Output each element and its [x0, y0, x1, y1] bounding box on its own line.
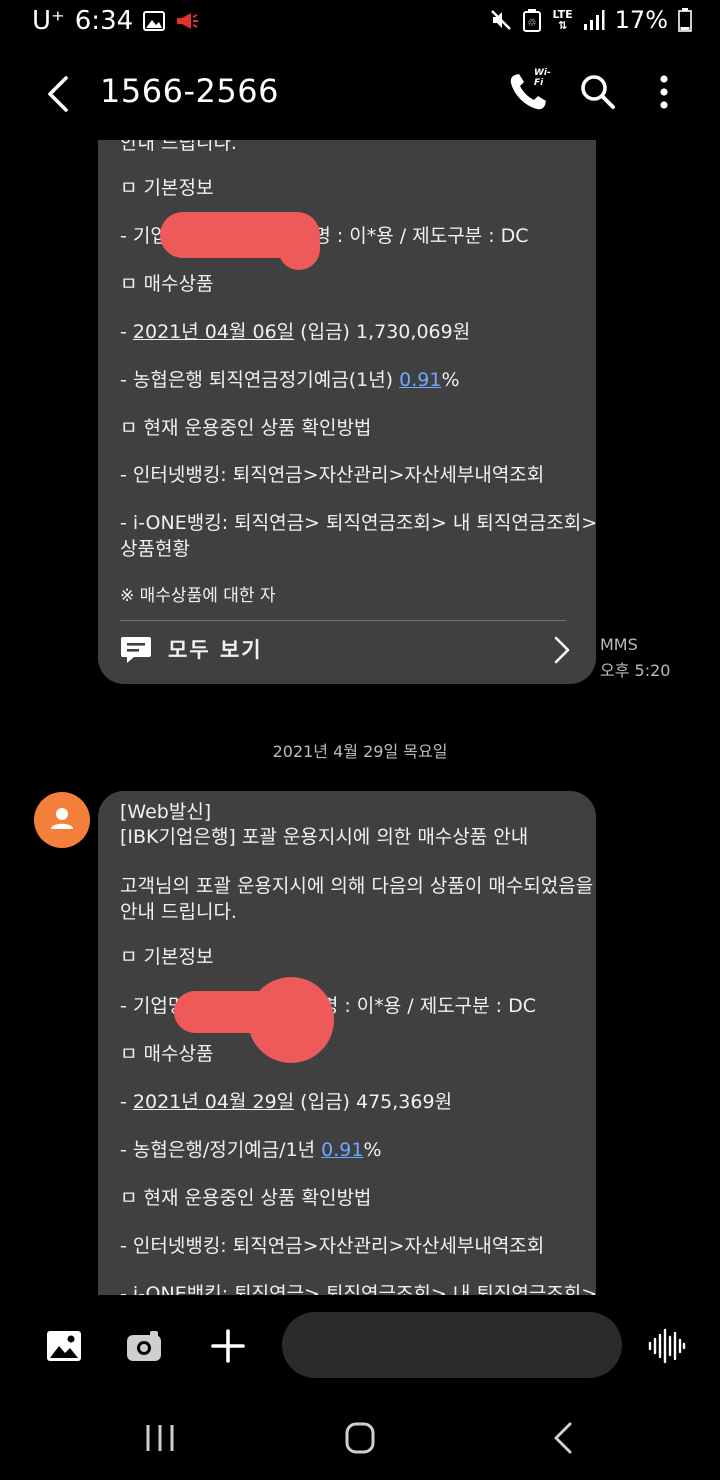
message-line: - 인터넷뱅킹: 퇴직연금>자산관리>자산세부내역조회 [120, 1235, 545, 1257]
message-line: - 농협은행 퇴직연금정기예금(1년) 0.91% [120, 369, 460, 391]
carrier-label: U⁺ [32, 6, 65, 36]
redaction-mark [278, 218, 320, 270]
home-icon[interactable] [340, 1418, 380, 1458]
conversation-list[interactable]: 안내 드립니다. ㅁ 기본정보 - 기업 자명 : 이*용 / 제도구분 : DC… [0, 140, 720, 1295]
message-line: ㅁ 매수상품 [120, 273, 214, 295]
status-bar: U⁺ 6:34 ♲ LTE ⇅ 17% [0, 0, 720, 44]
avatar[interactable] [34, 792, 90, 848]
status-left: U⁺ 6:34 [32, 6, 199, 36]
date-link[interactable]: 2021년 04월 29일 [133, 1091, 294, 1113]
data-arrows: ⇅ [557, 19, 568, 32]
message-line: ㅁ 현재 운용중인 상품 확인방법 [120, 417, 372, 439]
message-line: 안내 드립니다. [120, 140, 237, 154]
see-all-label: 모두 보기 [168, 638, 263, 662]
system-nav-bar [0, 1400, 720, 1480]
call-button[interactable]: Wi-Fi [506, 68, 551, 114]
message-bubble[interactable]: [Web발신] [IBK기업은행] 포괄 운용지시에 의한 매수상품 안내 고객… [98, 791, 598, 1295]
conversation-title: 1566-2566 [100, 72, 279, 110]
recent-apps-icon[interactable] [140, 1418, 180, 1458]
message-line: ㅁ 기본정보 [120, 946, 214, 968]
divider [120, 620, 566, 621]
message-line: [IBK기업은행] 포괄 운용지시에 의한 매수상품 안내 [120, 826, 529, 848]
battery-percent: 17% [614, 6, 668, 34]
camera-icon[interactable] [124, 1326, 164, 1366]
message-line: - 2021년 04월 29일 (입금) 475,369원 [120, 1091, 453, 1113]
clock: 6:34 [74, 6, 134, 36]
plus-icon[interactable] [208, 1326, 248, 1366]
chevron-right-icon [554, 636, 570, 664]
number-link[interactable]: 0.91 [399, 369, 441, 391]
message-line: 상품현황 [120, 538, 190, 560]
message-line: ㅁ 매수상품 [120, 1043, 214, 1065]
date-separator: 2021년 4월 29일 목요일 [272, 742, 448, 761]
signal-icon [583, 10, 605, 30]
status-right: ♲ LTE ⇅ 17% [490, 6, 692, 34]
message-line: 고객님의 포괄 운용지시에 의해 다음의 상품이 매수되었음을 [120, 875, 594, 897]
message-line: 안내 드립니다. [120, 901, 237, 923]
gallery-notification-icon [143, 11, 166, 31]
network-indicator: LTE ⇅ [552, 9, 572, 31]
wifi-calling-badge: Wi-Fi [534, 68, 551, 88]
message-time: 오후 5:20 [600, 661, 671, 680]
message-bubble[interactable]: 안내 드립니다. ㅁ 기본정보 - 기업 자명 : 이*용 / 제도구분 : DC… [98, 140, 598, 684]
message-composer [0, 1298, 720, 1398]
message-icon [121, 637, 151, 663]
date-link[interactable]: 2021년 04월 06일 [133, 321, 294, 343]
message-line: [Web발신] [120, 801, 212, 823]
message-line: - i-ONE뱅킹: 퇴직연금> 퇴직연금조회> 내 퇴직연금조회> [120, 512, 598, 534]
message-input[interactable] [282, 1312, 622, 1378]
data-saver-icon: ♲ [523, 9, 542, 32]
message-line: ㅁ 기본정보 [120, 177, 214, 199]
message-line: ㅁ 현재 운용중인 상품 확인방법 [120, 1187, 372, 1209]
battery-icon [678, 8, 692, 32]
more-vert-icon[interactable] [642, 70, 686, 114]
see-all-button[interactable]: 모두 보기 [120, 624, 574, 676]
message-meta: MMS 오후 5:20 [600, 632, 670, 684]
message-line: - i-ONE뱅킹: 퇴직연금> 퇴직연금조회> 내 퇴직연금조회> [120, 1283, 598, 1295]
app-bar: 1566-2566 Wi-Fi [0, 52, 720, 136]
message-line: - 농협은행/정기예금/1년 0.91% [120, 1139, 382, 1161]
arrow-left-icon[interactable] [40, 72, 76, 116]
megaphone-icon [177, 13, 199, 29]
person-icon [51, 808, 73, 829]
number-link[interactable]: 0.91 [321, 1139, 363, 1161]
svg-text:♲: ♲ [528, 18, 537, 29]
message-line: - 인터넷뱅킹: 퇴직연금>자산관리>자산세부내역조회 [120, 464, 545, 486]
image-icon[interactable] [44, 1326, 84, 1366]
voice-wave-icon[interactable] [646, 1326, 686, 1366]
message-line: - 2021년 04월 06일 (입금) 1,730,069원 [120, 321, 471, 343]
mute-icon [491, 10, 512, 30]
message-line: ※ 매수상품에 대한 자 [120, 586, 276, 606]
message-type: MMS [600, 635, 638, 654]
search-icon[interactable] [576, 70, 620, 114]
back-nav-icon[interactable] [544, 1418, 584, 1458]
